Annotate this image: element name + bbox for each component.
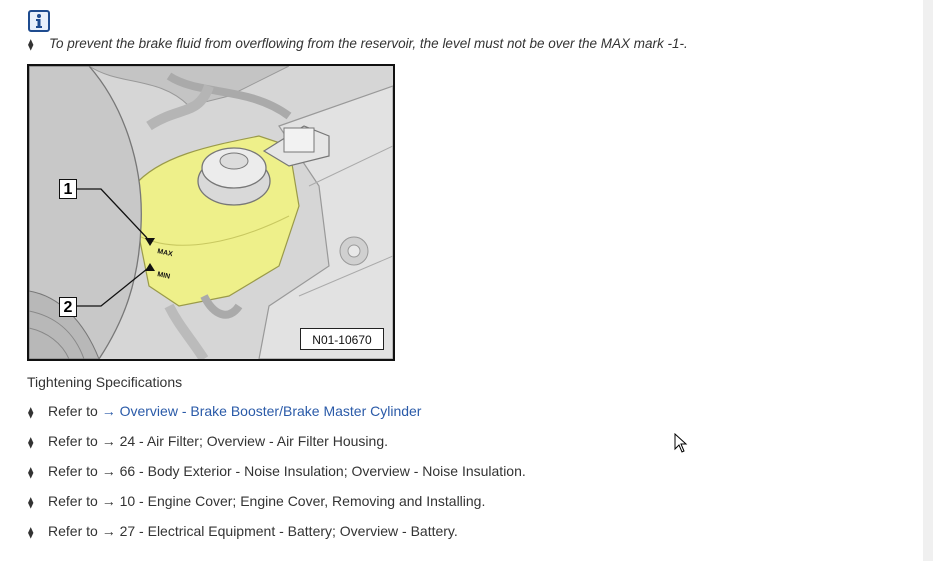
figure-code: N01-10670 [300, 328, 384, 350]
bullet-icon: ⧫ [28, 497, 34, 509]
item-prefix: Refer to [48, 433, 102, 449]
info-icon [28, 10, 50, 32]
bullet-icon: ⧫ [28, 527, 34, 539]
bullet-icon: ⧫ [28, 407, 34, 419]
note-line: ⧫ To prevent the brake fluid from overflo… [28, 36, 688, 51]
scrollbar-track[interactable] [923, 0, 933, 561]
list-item: ⧫ Refer to → 66 - Body Exterior - Noise I… [28, 463, 526, 493]
bullet-icon: ⧫ [28, 39, 34, 51]
callout-1: 1 [59, 179, 77, 199]
list-item: ⧫ Refer to → 27 - Electrical Equipment - … [28, 523, 526, 553]
item-prefix: Refer to [48, 523, 102, 539]
item-prefix: Refer to [48, 463, 102, 479]
bullet-icon: ⧫ [28, 467, 34, 479]
item-text[interactable]: → 27 - Electrical Equipment - Battery; O… [102, 523, 458, 539]
list-item: ⧫ Refer to → 24 - Air Filter; Overview - … [28, 433, 526, 463]
item-prefix: Refer to [48, 403, 102, 419]
list-item: ⧫ Refer to → Overview - Brake Booster/Bra… [28, 403, 526, 433]
callout-2: 2 [59, 297, 77, 317]
item-text[interactable]: → 24 - Air Filter; Overview - Air Filter… [102, 433, 388, 449]
mouse-cursor-icon [674, 432, 688, 458]
item-text[interactable]: → 66 - Body Exterior - Noise Insulation;… [102, 463, 526, 479]
brake-reservoir-figure: MAX MIN 1 2 N01-10670 [27, 64, 395, 361]
section-heading: Tightening Specifications [27, 374, 183, 390]
item-prefix: Refer to [48, 493, 102, 509]
item-text[interactable]: → 10 - Engine Cover; Engine Cover, Remov… [102, 493, 486, 509]
figure-illustration: MAX MIN [29, 66, 393, 359]
list-item: ⧫ Refer to → 10 - Engine Cover; Engine Co… [28, 493, 526, 523]
bullet-icon: ⧫ [28, 437, 34, 449]
link-brake-booster[interactable]: → Overview - Brake Booster/Brake Master … [102, 403, 422, 419]
spec-list: ⧫ Refer to → Overview - Brake Booster/Bra… [28, 403, 526, 553]
note-text: To prevent the brake fluid from overflow… [49, 36, 688, 51]
